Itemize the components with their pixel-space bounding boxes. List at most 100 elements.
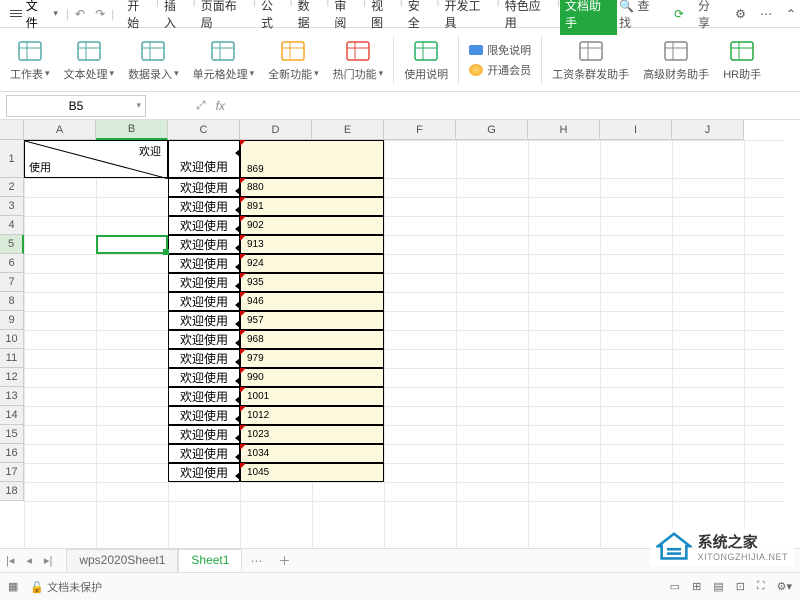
tab-审阅[interactable]: 审阅 [329, 0, 363, 35]
cell-a1-diagonal[interactable]: 欢迎使用 [24, 140, 168, 178]
tab-安全[interactable]: 安全 [403, 0, 437, 35]
view-normal-icon[interactable]: ▭ [670, 580, 680, 593]
search-button[interactable]: 🔍 查找 [619, 0, 660, 31]
collapse-icon[interactable]: ⌃ [786, 7, 796, 21]
tab-特色应用[interactable]: 特色应用 [500, 0, 557, 35]
free-desc[interactable]: 限免说明 [469, 42, 531, 58]
row-header-3[interactable]: 3 [0, 197, 24, 216]
col-header-H[interactable]: H [528, 120, 600, 140]
col-header-C[interactable]: C [168, 120, 240, 140]
row-header-9[interactable]: 9 [0, 311, 24, 330]
ribbon-文本处理[interactable]: 文本处理▾ [58, 36, 121, 84]
cell-d5[interactable]: 913 [240, 235, 384, 254]
expand-icon[interactable]: ⤢ [196, 98, 206, 113]
view-layout-icon[interactable]: ⊞ [692, 580, 701, 593]
col-header-G[interactable]: G [456, 120, 528, 140]
sheet-prev-icon[interactable]: ◂ [20, 554, 38, 567]
sheet-add-button[interactable]: ＋ [270, 552, 298, 569]
vip-open[interactable]: 开通会员 [469, 62, 531, 78]
cell-c12[interactable]: 欢迎使用 [168, 368, 240, 387]
ribbon-HR助手[interactable]: HR助手 [717, 36, 767, 84]
row-header-13[interactable]: 13 [0, 387, 24, 406]
row-header-12[interactable]: 12 [0, 368, 24, 387]
cell-d10[interactable]: 968 [240, 330, 384, 349]
cell-d6[interactable]: 924 [240, 254, 384, 273]
cell-d15[interactable]: 1023 [240, 425, 384, 444]
cell-d3[interactable]: 891 [240, 197, 384, 216]
tab-文档助手[interactable]: 文档助手 [560, 0, 617, 35]
ribbon-单元格处理[interactable]: 单元格处理▾ [187, 36, 261, 84]
cell-c4[interactable]: 欢迎使用 [168, 216, 240, 235]
sync-icon[interactable]: ⟳ [674, 7, 684, 21]
sheet-tab-wps2020Sheet1[interactable]: wps2020Sheet1 [66, 549, 178, 572]
row-header-8[interactable]: 8 [0, 292, 24, 311]
more-icon[interactable]: ⋯ [760, 7, 772, 21]
ribbon-全新功能[interactable]: 全新功能▾ [262, 36, 325, 84]
row-header-7[interactable]: 7 [0, 273, 24, 292]
cell-d7[interactable]: 935 [240, 273, 384, 292]
cell-d14[interactable]: 1012 [240, 406, 384, 425]
cell-d16[interactable]: 1034 [240, 444, 384, 463]
select-all-corner[interactable] [0, 120, 24, 140]
settings-icon[interactable]: ⚙ [735, 7, 746, 21]
row-header-6[interactable]: 6 [0, 254, 24, 273]
ribbon-工资条群发助手[interactable]: 工资条群发助手 [546, 36, 635, 84]
cell-d2[interactable]: 880 [240, 178, 384, 197]
ribbon-工作表[interactable]: 工作表▾ [4, 36, 56, 84]
cell-d12[interactable]: 990 [240, 368, 384, 387]
row-header-18[interactable]: 18 [0, 482, 24, 501]
ribbon-使用说明[interactable]: 使用说明 [398, 36, 454, 84]
tab-插入[interactable]: 插入 [159, 0, 193, 35]
row-header-11[interactable]: 11 [0, 349, 24, 368]
cell-c15[interactable]: 欢迎使用 [168, 425, 240, 444]
row-header-4[interactable]: 4 [0, 216, 24, 235]
cell-c7[interactable]: 欢迎使用 [168, 273, 240, 292]
zoom-fit-icon[interactable]: ⛶ [757, 580, 765, 593]
tab-开始[interactable]: 开始 [122, 0, 156, 35]
cell-c6[interactable]: 欢迎使用 [168, 254, 240, 273]
spreadsheet-grid[interactable]: ABCDEFGHIJ 123456789101112131415161718 欢… [0, 120, 800, 550]
row-header-14[interactable]: 14 [0, 406, 24, 425]
cell-d8[interactable]: 946 [240, 292, 384, 311]
file-menu[interactable]: 文件 ▾ [4, 0, 64, 33]
cell-d13[interactable]: 1001 [240, 387, 384, 406]
protect-status[interactable]: 🔓 文档未保护 [30, 579, 102, 595]
cell-c9[interactable]: 欢迎使用 [168, 311, 240, 330]
cell-c10[interactable]: 欢迎使用 [168, 330, 240, 349]
row-header-2[interactable]: 2 [0, 178, 24, 197]
cell-d11[interactable]: 979 [240, 349, 384, 368]
ribbon-数据录入[interactable]: 数据录入▾ [122, 36, 185, 84]
cell-d9[interactable]: 957 [240, 311, 384, 330]
cell-c14[interactable]: 欢迎使用 [168, 406, 240, 425]
cell-c1[interactable]: 欢迎使用 [168, 140, 240, 178]
cell-c16[interactable]: 欢迎使用 [168, 444, 240, 463]
sheet-next-icon[interactable]: ▸| [38, 554, 58, 567]
settings-icon[interactable]: ⚙▾ [777, 580, 792, 593]
col-header-D[interactable]: D [240, 120, 312, 140]
cell-c3[interactable]: 欢迎使用 [168, 197, 240, 216]
col-header-F[interactable]: F [384, 120, 456, 140]
share-button[interactable]: 分享 [698, 0, 721, 31]
tab-开发工具[interactable]: 开发工具 [439, 0, 496, 35]
cell-d4[interactable]: 902 [240, 216, 384, 235]
tab-视图[interactable]: 视图 [366, 0, 400, 35]
col-header-A[interactable]: A [24, 120, 96, 140]
col-header-I[interactable]: I [600, 120, 672, 140]
row-header-16[interactable]: 16 [0, 444, 24, 463]
tab-页面布局[interactable]: 页面布局 [196, 0, 253, 35]
col-header-J[interactable]: J [672, 120, 744, 140]
cell-c13[interactable]: 欢迎使用 [168, 387, 240, 406]
undo-icon[interactable]: ↶ [71, 7, 89, 21]
row-header-15[interactable]: 15 [0, 425, 24, 444]
col-header-E[interactable]: E [312, 120, 384, 140]
cell-d1[interactable]: 869 [240, 140, 384, 178]
options-icon[interactable]: ▦ [8, 580, 18, 593]
cell-d17[interactable]: 1045 [240, 463, 384, 482]
cell-c17[interactable]: 欢迎使用 [168, 463, 240, 482]
ribbon-高级财务助手[interactable]: 高级财务助手 [637, 36, 715, 84]
cell-c5[interactable]: 欢迎使用 [168, 235, 240, 254]
cell-c11[interactable]: 欢迎使用 [168, 349, 240, 368]
redo-icon[interactable]: ↷ [91, 7, 109, 21]
name-box[interactable]: B5 ▾ [6, 95, 146, 117]
ribbon-热门功能[interactable]: 热门功能▾ [327, 36, 390, 84]
